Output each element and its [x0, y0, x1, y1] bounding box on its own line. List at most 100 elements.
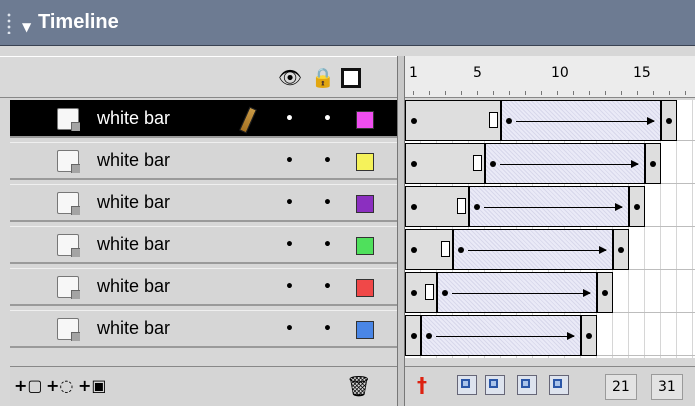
frame-ruler[interactable]: 1 5 10 15: [405, 56, 695, 98]
ruler-label-1: 1: [409, 65, 418, 81]
end-keyframe[interactable]: [645, 143, 661, 184]
keyframe-dot[interactable]: [411, 118, 417, 124]
frame-row[interactable]: [405, 272, 695, 313]
layer-row[interactable]: white bar • •: [10, 100, 397, 138]
lock-dot[interactable]: •: [323, 279, 332, 295]
hold-frame-marker[interactable]: [425, 284, 434, 300]
end-keyframe[interactable]: [581, 315, 597, 356]
modify-onion-markers-icon[interactable]: [549, 375, 569, 395]
keyframe-span[interactable]: [405, 315, 421, 356]
lock-dot[interactable]: •: [323, 321, 332, 337]
layer-row[interactable]: white bar • •: [10, 226, 397, 264]
center-frame-icon[interactable]: †: [417, 373, 427, 397]
frame-row[interactable]: [405, 100, 695, 141]
panel-divider[interactable]: [397, 56, 405, 406]
tween-start-dot[interactable]: [442, 290, 448, 296]
hold-frame-marker[interactable]: [473, 155, 482, 171]
hold-frame-marker[interactable]: [457, 198, 466, 214]
trash-icon[interactable]: 🗑: [346, 374, 371, 398]
layer-name[interactable]: white bar: [97, 234, 170, 255]
keyframe-span[interactable]: [405, 272, 437, 313]
keyframe-span[interactable]: [405, 186, 469, 227]
layer-row[interactable]: white bar • •: [10, 142, 397, 180]
ruler-tick: [573, 91, 574, 95]
layer-icon: [57, 276, 80, 299]
layer-color-swatch[interactable]: [356, 111, 374, 129]
panel-title-bar[interactable]: ▼ Timeline: [0, 0, 695, 46]
motion-tween[interactable]: [501, 100, 661, 141]
end-keyframe[interactable]: [629, 186, 645, 227]
frame-row[interactable]: [405, 315, 695, 356]
hold-frame-marker[interactable]: [441, 241, 450, 257]
visibility-dot[interactable]: •: [285, 111, 294, 127]
motion-tween[interactable]: [421, 315, 581, 356]
layer-name[interactable]: white bar: [97, 150, 170, 171]
layer-icon: [57, 318, 80, 341]
insert-folder-icon[interactable]: +▣: [78, 376, 107, 395]
lock-dot[interactable]: •: [323, 111, 332, 127]
visibility-dot[interactable]: •: [285, 237, 294, 253]
layer-color-swatch[interactable]: [356, 153, 374, 171]
tween-start-dot[interactable]: [490, 161, 496, 167]
keyframe-dot[interactable]: [650, 161, 656, 167]
tween-start-dot[interactable]: [426, 333, 432, 339]
outline-icon[interactable]: [341, 68, 361, 88]
keyframe-dot[interactable]: [411, 290, 417, 296]
layer-name[interactable]: white bar: [97, 192, 170, 213]
onion-outline-icon[interactable]: [485, 375, 505, 395]
keyframe-dot[interactable]: [586, 333, 592, 339]
frame-row[interactable]: [405, 229, 695, 270]
lock-icon[interactable]: 🔒: [311, 67, 335, 89]
visibility-dot[interactable]: •: [285, 153, 294, 169]
end-keyframe[interactable]: [613, 229, 629, 270]
motion-tween[interactable]: [485, 143, 645, 184]
frame-grid[interactable]: [405, 100, 695, 358]
lock-dot[interactable]: •: [323, 237, 332, 253]
eye-icon[interactable]: 👁: [278, 67, 302, 89]
edit-multiple-frames-icon[interactable]: [517, 375, 537, 395]
tween-start-dot[interactable]: [474, 204, 480, 210]
layer-color-swatch[interactable]: [356, 195, 374, 213]
onion-skin-icon[interactable]: [457, 375, 477, 395]
visibility-dot[interactable]: •: [285, 279, 294, 295]
frame-row[interactable]: [405, 143, 695, 184]
insert-layer-icon[interactable]: +▢: [14, 376, 43, 395]
layer-name[interactable]: white bar: [97, 108, 170, 129]
layer-name[interactable]: white bar: [97, 318, 170, 339]
keyframe-dot[interactable]: [411, 333, 417, 339]
frame-row[interactable]: [405, 186, 695, 227]
keyframe-span[interactable]: [405, 229, 453, 270]
layer-row[interactable]: white bar • •: [10, 184, 397, 222]
motion-tween[interactable]: [437, 272, 597, 313]
visibility-dot[interactable]: •: [285, 321, 294, 337]
hold-frame-marker[interactable]: [489, 112, 498, 128]
keyframe-dot[interactable]: [411, 247, 417, 253]
end-keyframe[interactable]: [661, 100, 677, 141]
keyframe-span[interactable]: [405, 100, 501, 141]
visibility-dot[interactable]: •: [285, 195, 294, 211]
add-motion-guide-icon[interactable]: +◌: [46, 376, 73, 395]
collapse-triangle-icon[interactable]: ▼: [22, 20, 31, 34]
end-keyframe[interactable]: [597, 272, 613, 313]
drag-grip-icon[interactable]: [6, 12, 12, 34]
keyframe-dot[interactable]: [618, 247, 624, 253]
layer-row[interactable]: white bar • •: [10, 268, 397, 306]
layer-color-swatch[interactable]: [356, 321, 374, 339]
keyframe-dot[interactable]: [666, 118, 672, 124]
lock-dot[interactable]: •: [323, 153, 332, 169]
motion-tween[interactable]: [469, 186, 629, 227]
layer-color-swatch[interactable]: [356, 237, 374, 255]
motion-tween[interactable]: [453, 229, 613, 270]
tween-start-dot[interactable]: [506, 118, 512, 124]
keyframe-dot[interactable]: [602, 290, 608, 296]
layer-row[interactable]: white bar • •: [10, 310, 397, 348]
keyframe-dot[interactable]: [411, 204, 417, 210]
tween-start-dot[interactable]: [458, 247, 464, 253]
layer-color-swatch[interactable]: [356, 279, 374, 297]
lock-dot[interactable]: •: [323, 195, 332, 211]
keyframe-dot[interactable]: [411, 161, 417, 167]
keyframe-span[interactable]: [405, 143, 485, 184]
layer-name[interactable]: white bar: [97, 276, 170, 297]
ruler-tick: [413, 91, 414, 95]
keyframe-dot[interactable]: [634, 204, 640, 210]
